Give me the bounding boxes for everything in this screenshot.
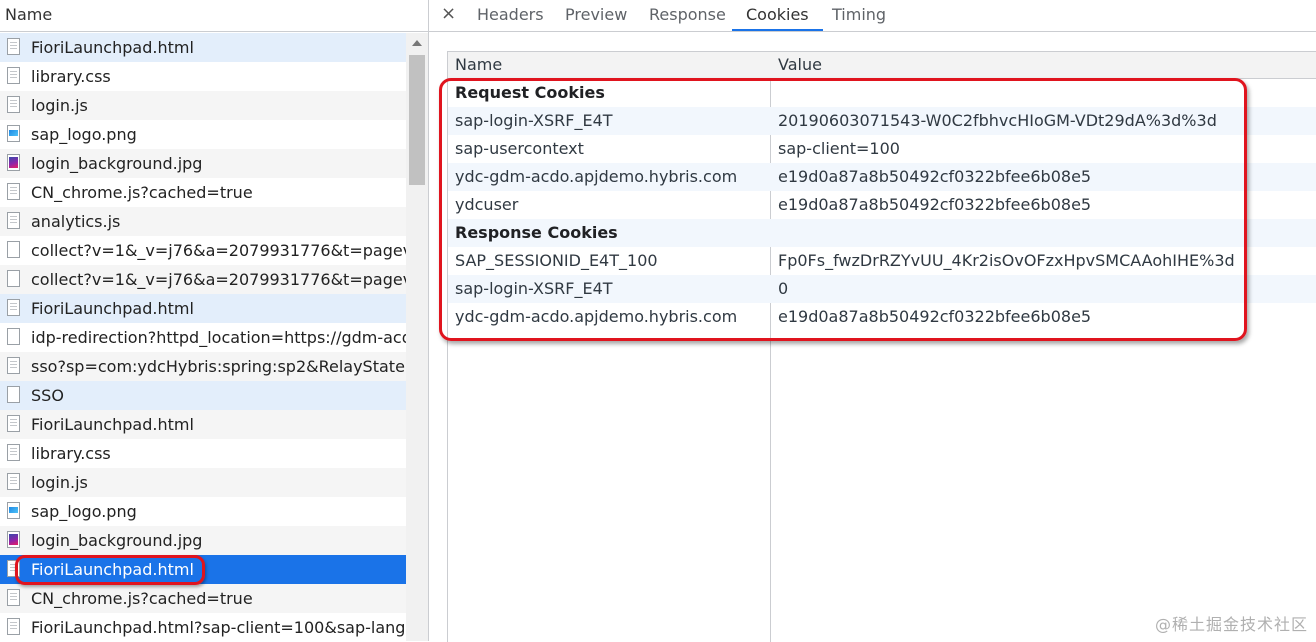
document-file-icon	[7, 473, 20, 490]
request-name: CN_chrome.js?cached=true	[31, 589, 253, 608]
request-name: FioriLaunchpad.html	[31, 415, 194, 434]
request-name: sso?sp=com:ydcHybris:spring:sp2&RelaySta…	[31, 357, 406, 376]
document-file-icon	[7, 589, 20, 606]
request-row[interactable]: analytics.js	[0, 207, 406, 236]
request-row[interactable]: FioriLaunchpad.html	[0, 33, 406, 62]
request-name: login_background.jpg	[31, 531, 203, 550]
document-file-icon	[7, 386, 20, 403]
request-name: login.js	[31, 96, 88, 115]
request-details-panel: × Headers Preview Response Cookies Timin…	[429, 0, 1316, 642]
request-name: FioriLaunchpad.html	[31, 299, 194, 318]
request-name: library.css	[31, 444, 111, 463]
request-row[interactable]: CN_chrome.js?cached=true	[0, 584, 406, 613]
request-row[interactable]: FioriLaunchpad.html	[0, 410, 406, 439]
tab-preview[interactable]: Preview	[551, 0, 641, 31]
watermark: @稀土掘金技术社区	[1154, 615, 1308, 634]
cookie-value-column-header[interactable]: Value	[778, 52, 822, 78]
document-file-icon	[7, 241, 20, 258]
request-name: login.js	[31, 473, 88, 492]
request-row[interactable]: FioriLaunchpad.html?sap-client=100&sap-l…	[0, 613, 406, 641]
image-file-icon	[7, 154, 20, 171]
request-name: sap_logo.png	[31, 125, 137, 144]
cookies-table-header: Name Value	[448, 52, 1316, 79]
request-name: collect?v=1&_v=j76&a=2079931776&t=pagevi…	[31, 241, 406, 260]
image-file-icon	[7, 531, 20, 548]
request-name: login_background.jpg	[31, 154, 203, 173]
request-row[interactable]: CN_chrome.js?cached=true	[0, 178, 406, 207]
tab-headers[interactable]: Headers	[463, 0, 558, 31]
close-icon[interactable]: ×	[441, 2, 456, 26]
request-row[interactable]: idp-redirection?httpd_location=https://g…	[0, 323, 406, 352]
name-column-header[interactable]: Name	[0, 0, 428, 32]
image-file-icon	[7, 502, 20, 519]
request-name: CN_chrome.js?cached=true	[31, 183, 253, 202]
document-file-icon	[7, 67, 20, 84]
request-row[interactable]: login_background.jpg	[0, 149, 406, 178]
document-file-icon	[7, 415, 20, 432]
request-row[interactable]: login_background.jpg	[0, 526, 406, 555]
cookie-name-column-header[interactable]: Name	[455, 52, 502, 78]
image-file-icon	[7, 125, 20, 142]
request-row[interactable]: library.css	[0, 439, 406, 468]
scroll-up-arrow-icon[interactable]	[412, 40, 422, 46]
document-file-icon	[7, 38, 20, 55]
request-row[interactable]: library.css	[0, 62, 406, 91]
request-name: collect?v=1&_v=j76&a=2079931776&t=pagevi…	[31, 270, 406, 289]
request-name: FioriLaunchpad.html	[31, 38, 194, 57]
tab-response[interactable]: Response	[635, 0, 740, 31]
request-rows: FioriLaunchpad.html library.css login.js sa…	[0, 33, 406, 641]
document-file-icon	[7, 183, 20, 200]
request-row[interactable]: collect?v=1&_v=j76&a=2079931776&t=pagevi…	[0, 236, 406, 265]
tab-cookies[interactable]: Cookies	[732, 0, 823, 31]
request-name: SSO	[31, 386, 64, 405]
request-name: FioriLaunchpad.html?sap-client=100&sap-l…	[31, 618, 406, 637]
cookies-annotation-ring	[439, 78, 1247, 341]
document-file-icon	[7, 212, 20, 229]
document-file-icon	[7, 357, 20, 374]
details-tab-bar: × Headers Preview Response Cookies Timin…	[429, 0, 1316, 32]
request-row[interactable]: sso?sp=com:ydcHybris:spring:sp2&RelaySta…	[0, 352, 406, 381]
request-row[interactable]: FioriLaunchpad.html	[0, 294, 406, 323]
request-name: idp-redirection?httpd_location=https://g…	[31, 328, 406, 347]
document-file-icon	[7, 96, 20, 113]
document-file-icon	[7, 299, 20, 316]
tab-timing[interactable]: Timing	[818, 0, 900, 31]
document-file-icon	[7, 444, 20, 461]
request-list-panel: Name FioriLaunchpad.html library.css login…	[0, 0, 429, 641]
request-name: sap_logo.png	[31, 502, 137, 521]
request-row[interactable]: sap_logo.png	[0, 120, 406, 149]
request-list-scrollbar[interactable]	[406, 33, 428, 641]
request-row[interactable]: collect?v=1&_v=j76&a=2079931776&t=pagevi…	[0, 265, 406, 294]
scroll-thumb[interactable]	[409, 55, 425, 185]
request-name: library.css	[31, 67, 111, 86]
request-row[interactable]: SSO	[0, 381, 406, 410]
document-file-icon	[7, 618, 20, 635]
request-row[interactable]: login.js	[0, 468, 406, 497]
request-row[interactable]: login.js	[0, 91, 406, 120]
document-file-icon	[7, 270, 20, 287]
request-name: analytics.js	[31, 212, 121, 231]
document-file-icon	[7, 328, 20, 345]
request-row[interactable]: sap_logo.png	[0, 497, 406, 526]
selected-request-annotation-ring	[15, 555, 205, 585]
